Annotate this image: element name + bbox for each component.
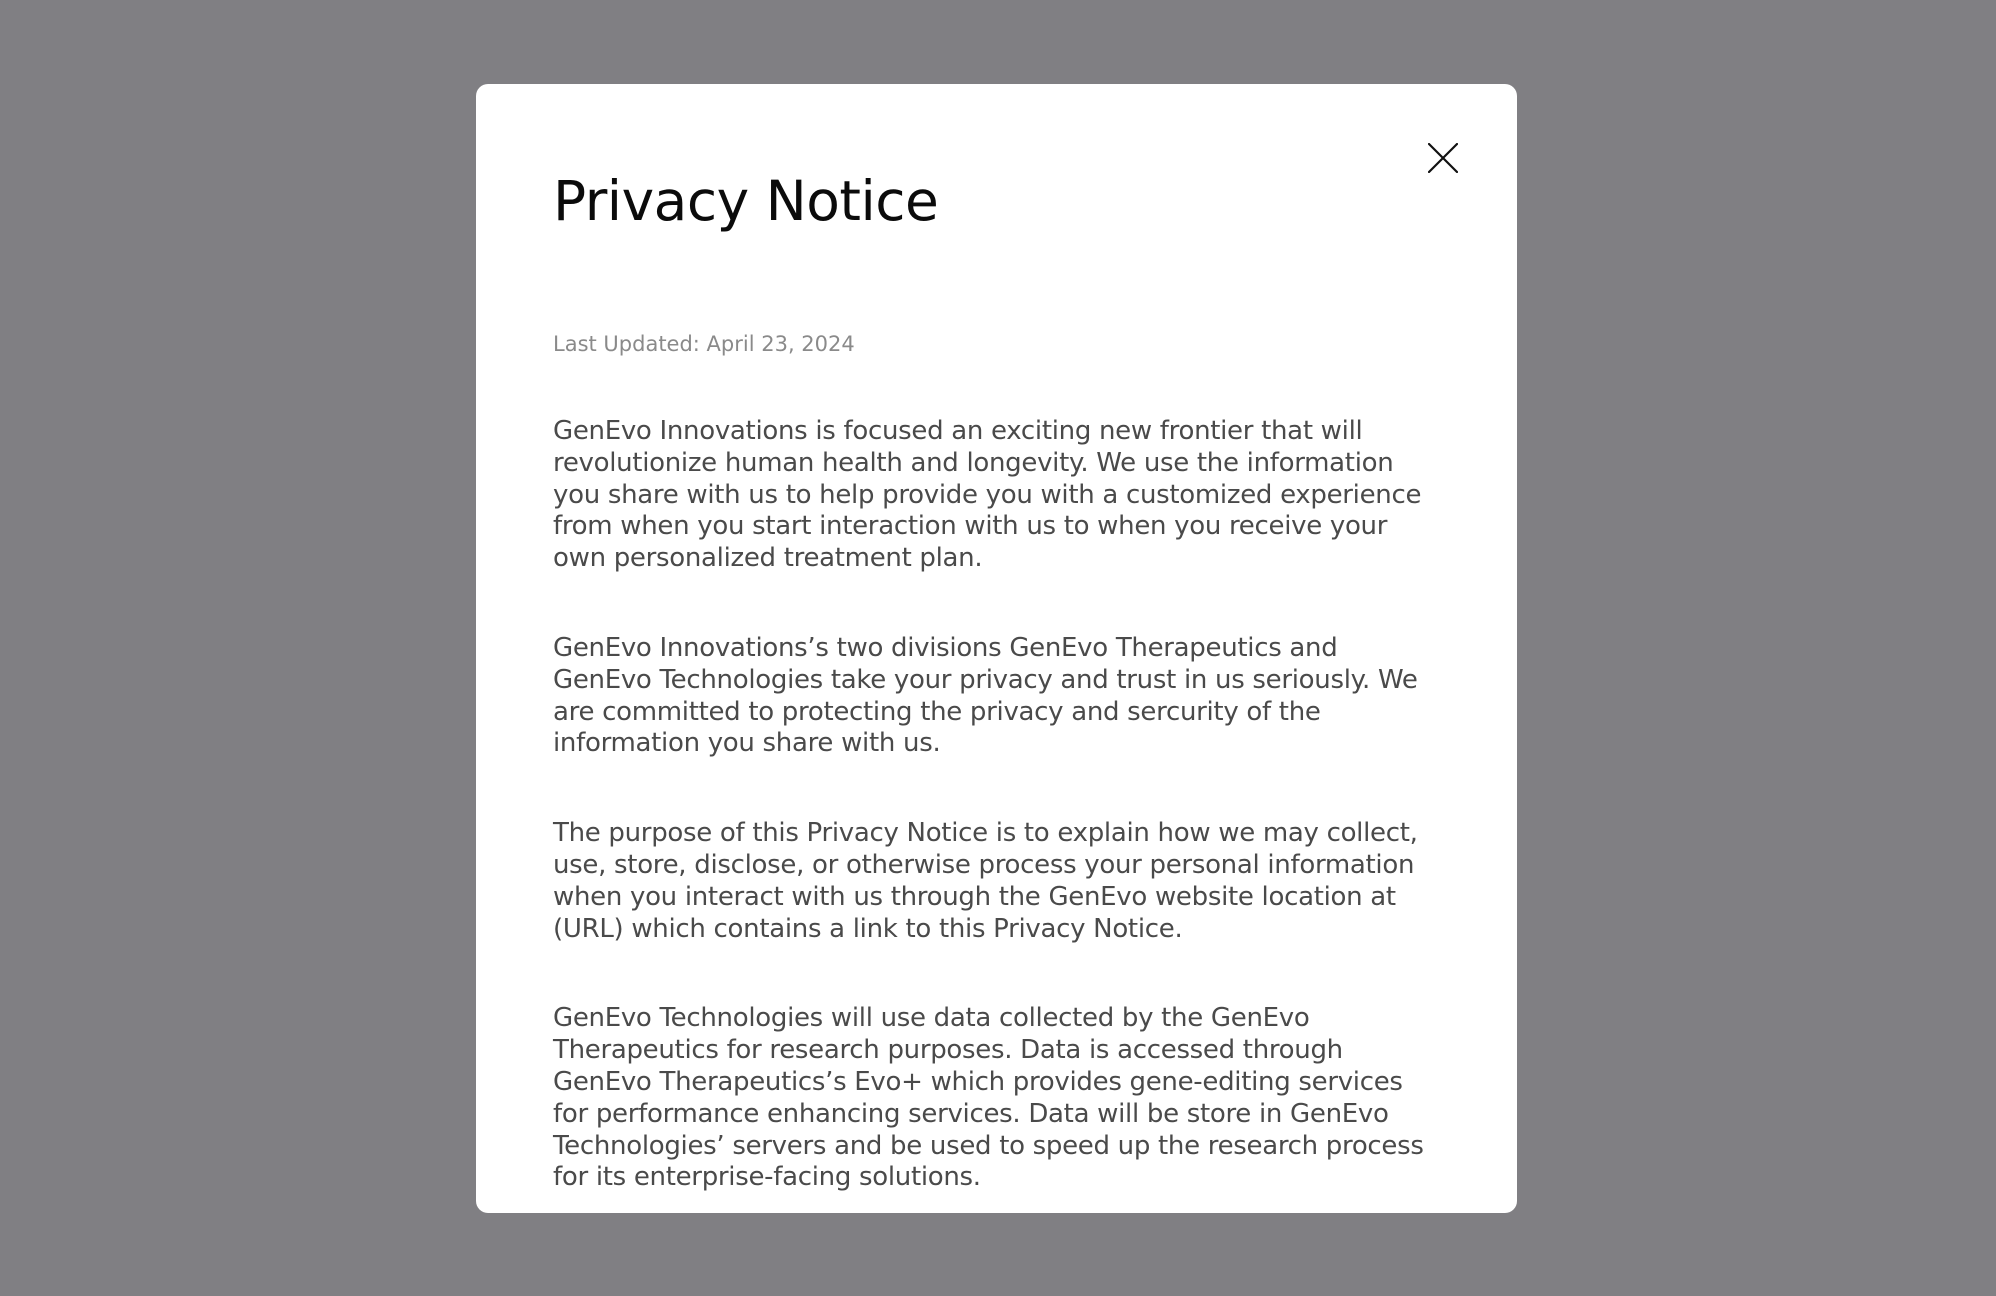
privacy-notice-dialog: Privacy Notice Last Updated: April 23, 2…	[476, 84, 1517, 1213]
dialog-title: Privacy Notice	[553, 169, 939, 233]
body-paragraph: GenEvo Innovations’s two divisions GenEv…	[553, 632, 1418, 759]
close-button[interactable]	[1415, 130, 1471, 186]
body-paragraph: The purpose of this Privacy Notice is to…	[553, 818, 1418, 944]
privacy-notice-body: GenEvo Innovations is focused an excitin…	[553, 416, 1433, 1194]
body-paragraph: GenEvo Technologies will use data collec…	[553, 1003, 1424, 1193]
last-updated-date: Last Updated: April 23, 2024	[553, 332, 855, 356]
close-icon	[1428, 143, 1458, 173]
body-paragraph: GenEvo Innovations is focused an excitin…	[553, 416, 1422, 574]
